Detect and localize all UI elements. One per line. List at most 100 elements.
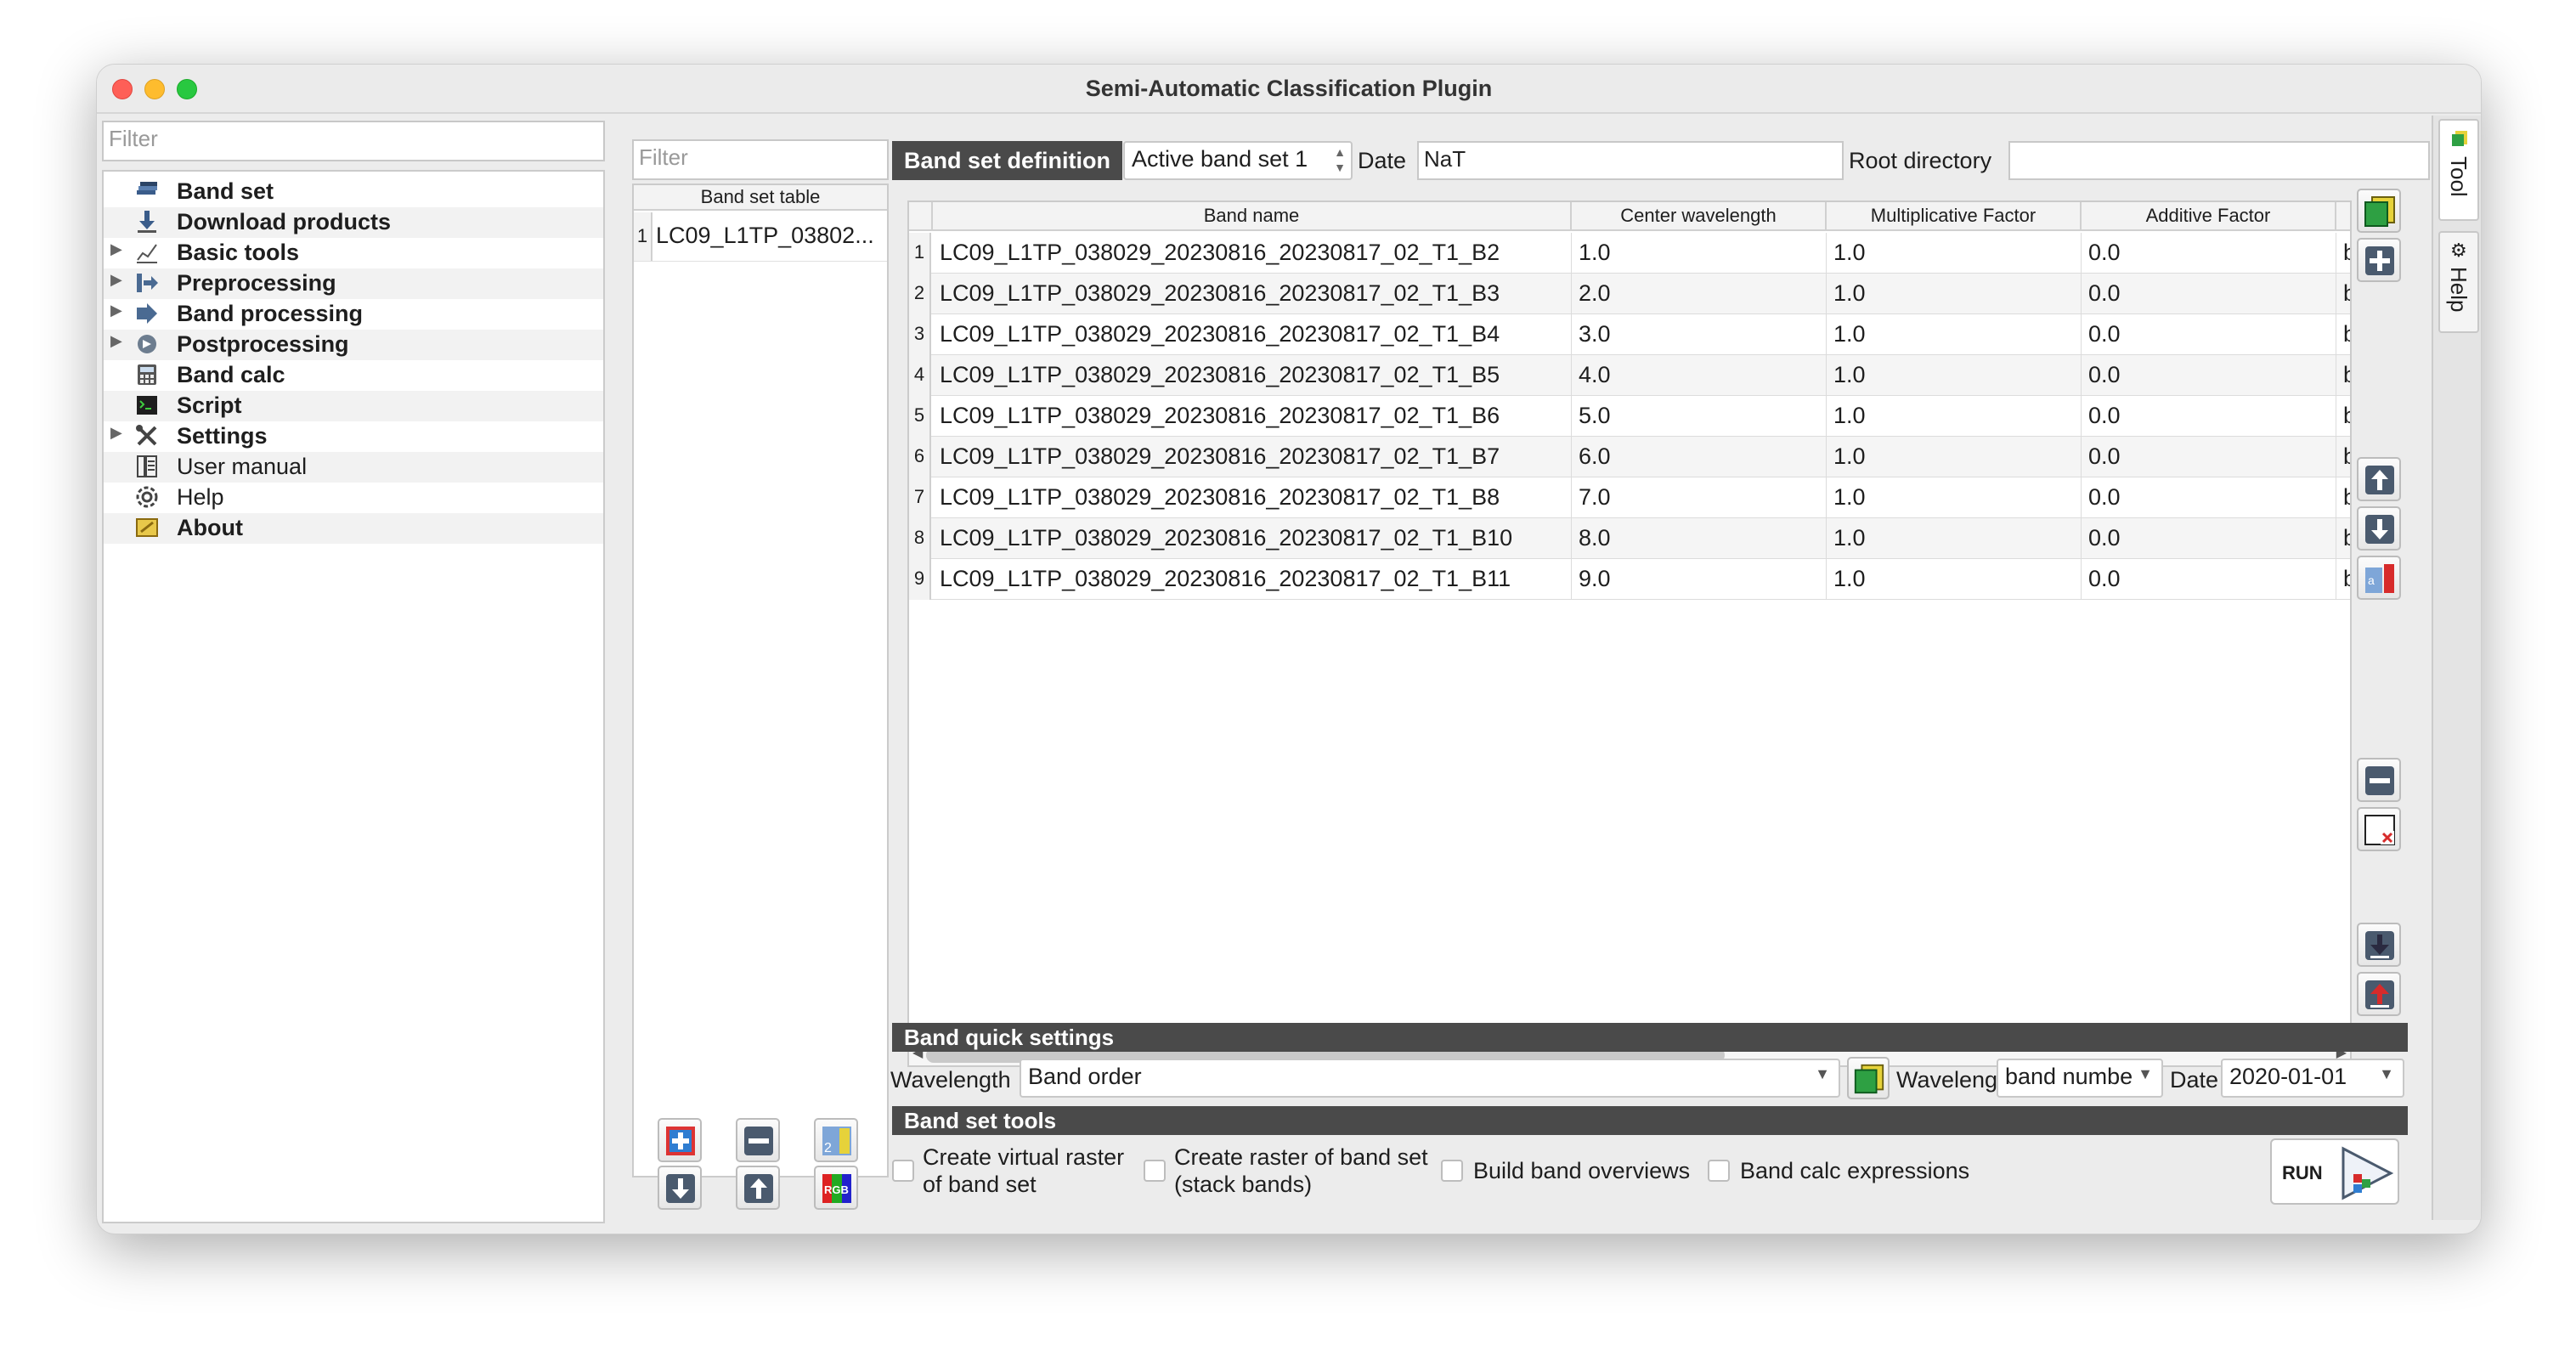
cell-additive-factor[interactable]: 0.0 [2082,396,2336,437]
add-bandset-button[interactable] [658,1118,702,1162]
table-row[interactable]: 6 LC09_L1TP_038029_20230816_20230817_02_… [909,437,2350,477]
remove-band-button[interactable] [2357,758,2401,802]
cell-additive-factor[interactable]: 0.0 [2082,437,2336,477]
table-row[interactable]: 3 LC09_L1TP_038029_20230816_20230817_02_… [909,314,2350,355]
expand-arrow-icon[interactable]: ▶ [110,332,122,350]
active-bandset-spinbox[interactable]: Active band set 1 ▲ ▼ [1123,141,1353,180]
nav-item-band-set[interactable]: Band set [104,177,603,207]
cell-additive-factor[interactable]: 0.0 [2082,477,2336,518]
export-bandset-button[interactable] [2357,972,2401,1016]
tab-tool[interactable]: Tool [2438,119,2479,221]
cell-center-wavelength[interactable]: 6.0 [1572,437,1827,477]
cell-center-wavelength[interactable]: 1.0 [1572,233,1827,274]
cell-center-wavelength[interactable]: 7.0 [1572,477,1827,518]
move-band-down-button[interactable] [2357,506,2401,551]
nav-item-band-processing[interactable]: ▶ Band processing [104,299,603,330]
cell-center-wavelength[interactable]: 3.0 [1572,314,1827,355]
cell-additive-factor[interactable]: 0.0 [2082,314,2336,355]
move-bandset-down-button[interactable] [658,1166,702,1210]
cell-overflow[interactable]: ba [2336,233,2350,274]
cell-band-name[interactable]: LC09_L1TP_038029_20230816_20230817_02_T1… [933,437,1572,477]
nav-item-postprocessing[interactable]: ▶ Postprocessing [104,330,603,360]
cell-multiplicative-factor[interactable]: 1.0 [1827,477,2082,518]
table-row[interactable]: 9 LC09_L1TP_038029_20230816_20230817_02_… [909,559,2350,600]
expand-arrow-icon[interactable]: ▶ [110,302,122,319]
tab-help[interactable]: ⚙ Help [2438,231,2479,333]
cell-overflow[interactable]: ba [2336,396,2350,437]
cell-band-name[interactable]: LC09_L1TP_038029_20230816_20230817_02_T1… [933,559,1572,600]
quick-date-picker[interactable]: 2020-01-01 ▼ [2221,1059,2404,1098]
cell-band-name[interactable]: LC09_L1TP_038029_20230816_20230817_02_T1… [933,274,1572,314]
move-bandset-up-button[interactable] [736,1166,780,1210]
cell-additive-factor[interactable]: 0.0 [2082,559,2336,600]
move-band-up-button[interactable] [2357,457,2401,501]
bandset-filter-input[interactable]: Filter [632,139,889,180]
cell-overflow[interactable]: ba [2336,314,2350,355]
table-row[interactable]: 2 LC09_L1TP_038029_20230816_20230817_02_… [909,274,2350,314]
nav-filter-input[interactable]: Filter [102,121,605,161]
nav-item-preprocessing[interactable]: ▶ Preprocessing [104,268,603,299]
cell-additive-factor[interactable]: 0.0 [2082,274,2336,314]
cell-additive-factor[interactable]: 0.0 [2082,518,2336,559]
table-row[interactable]: 1 LC09_L1TP_038029_20230816_20230817_02_… [909,233,2350,274]
apply-wavelength-button[interactable] [1847,1057,1890,1099]
create-virtual-raster-checkbox[interactable] [892,1160,914,1182]
sort-bands-by-name-button[interactable]: a [2357,556,2401,600]
bandset-table-row[interactable]: 1 LC09_L1TP_03802... [634,212,887,262]
cell-multiplicative-factor[interactable]: 1.0 [1827,274,2082,314]
cell-overflow[interactable]: ba [2336,559,2350,600]
spin-arrows-icon[interactable]: ▲ ▼ [1334,144,1346,175]
cell-additive-factor[interactable]: 0.0 [2082,355,2336,396]
column-header-multiplicative-factor[interactable]: Multiplicative Factor [1827,202,2082,231]
column-header-additive-factor[interactable]: Additive Factor [2082,202,2336,231]
column-header-center-wavelength[interactable]: Center wavelength [1572,202,1827,231]
cell-center-wavelength[interactable]: 9.0 [1572,559,1827,600]
import-bandset-button[interactable] [2357,923,2401,967]
table-row[interactable]: 5 LC09_L1TP_038029_20230816_20230817_02_… [909,396,2350,437]
table-row[interactable]: 8 LC09_L1TP_038029_20230816_20230817_02_… [909,518,2350,559]
cell-overflow[interactable]: ba [2336,437,2350,477]
table-row[interactable]: 4 LC09_L1TP_038029_20230816_20230817_02_… [909,355,2350,396]
remove-bandset-button[interactable] [736,1118,780,1162]
cell-center-wavelength[interactable]: 2.0 [1572,274,1827,314]
add-file-to-bandset-button[interactable] [2357,189,2401,233]
cell-multiplicative-factor[interactable]: 1.0 [1827,559,2082,600]
cell-multiplicative-factor[interactable]: 1.0 [1827,437,2082,477]
cell-band-name[interactable]: LC09_L1TP_038029_20230816_20230817_02_T1… [933,355,1572,396]
cell-multiplicative-factor[interactable]: 1.0 [1827,314,2082,355]
cell-band-name[interactable]: LC09_L1TP_038029_20230816_20230817_02_T1… [933,396,1572,437]
cell-additive-factor[interactable]: 0.0 [2082,233,2336,274]
nav-item-band-calc[interactable]: Band calc [104,360,603,391]
create-stack-raster-checkbox[interactable] [1144,1160,1166,1182]
nav-item-script[interactable]: Script [104,391,603,421]
cell-overflow[interactable]: ba [2336,355,2350,396]
column-header-overflow[interactable] [2336,202,2350,231]
expand-arrow-icon[interactable]: ▶ [110,271,122,289]
nav-item-help[interactable]: Help [104,483,603,513]
build-band-overviews-checkbox[interactable] [1441,1160,1463,1182]
clear-table-button[interactable] [2357,807,2401,851]
wavelength-unit-select[interactable]: band numbe ▼ [1997,1059,2163,1098]
add-band-button[interactable] [2357,238,2401,282]
cell-center-wavelength[interactable]: 5.0 [1572,396,1827,437]
cell-multiplicative-factor[interactable]: 1.0 [1827,396,2082,437]
run-button[interactable]: RUN [2270,1138,2399,1205]
cell-center-wavelength[interactable]: 4.0 [1572,355,1827,396]
cell-overflow[interactable]: ba [2336,274,2350,314]
nav-item-basic-tools[interactable]: ▶ Basic tools [104,238,603,268]
cell-overflow[interactable]: ba [2336,477,2350,518]
cell-band-name[interactable]: LC09_L1TP_038029_20230816_20230817_02_T1… [933,477,1572,518]
cell-multiplicative-factor[interactable]: 1.0 [1827,233,2082,274]
cell-multiplicative-factor[interactable]: 1.0 [1827,518,2082,559]
column-header-band-name[interactable]: Band name [933,202,1572,231]
root-directory-input[interactable] [2008,141,2430,180]
cell-center-wavelength[interactable]: 8.0 [1572,518,1827,559]
cell-band-name[interactable]: LC09_L1TP_038029_20230816_20230817_02_T1… [933,233,1572,274]
cell-multiplicative-factor[interactable]: 1.0 [1827,355,2082,396]
band-calc-expressions-checkbox[interactable] [1708,1160,1730,1182]
sort-bandset-button[interactable]: 2 [814,1118,858,1162]
nav-item-about[interactable]: About [104,513,603,544]
date-input[interactable]: NaT [1417,141,1844,180]
expand-arrow-icon[interactable]: ▶ [110,424,122,442]
cell-band-name[interactable]: LC09_L1TP_038029_20230816_20230817_02_T1… [933,314,1572,355]
